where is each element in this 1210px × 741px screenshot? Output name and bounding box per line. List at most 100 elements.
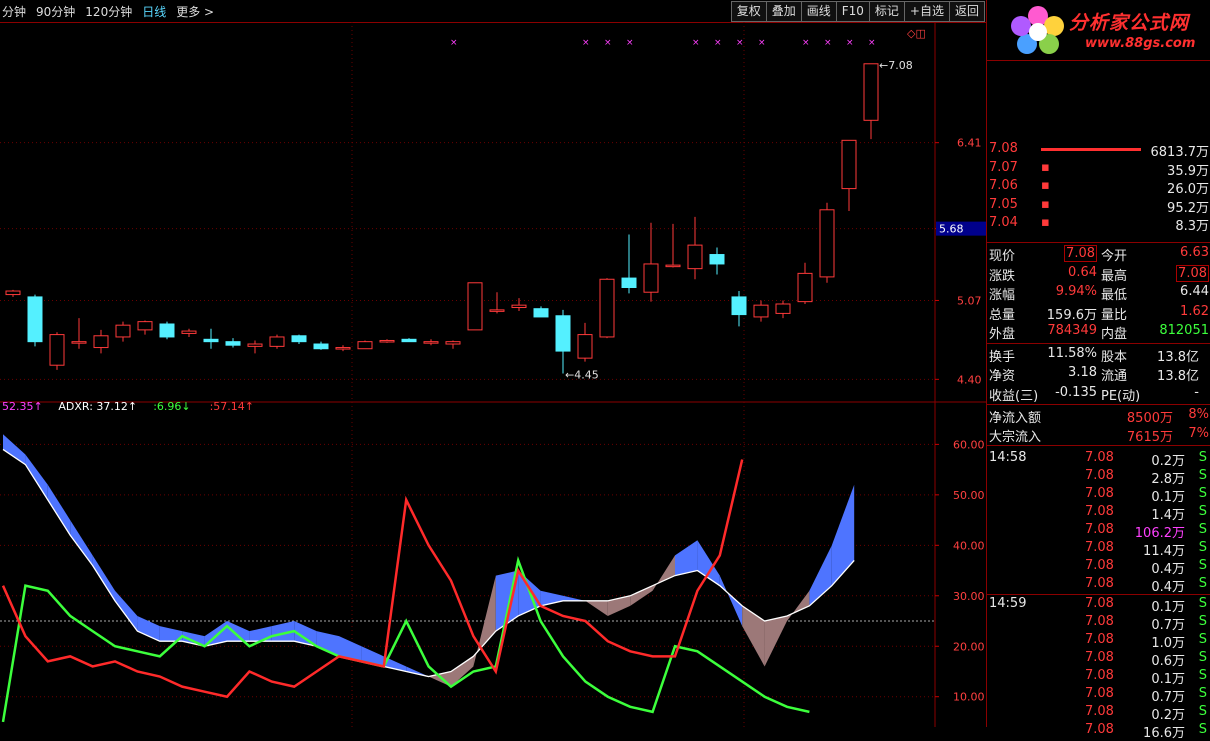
candle-body	[467, 282, 483, 331]
signal-mark: ×	[604, 38, 612, 48]
candle-body	[687, 244, 703, 270]
tick-price: 7.08	[1085, 632, 1114, 647]
toolbar-button-5[interactable]: +自选	[903, 1, 949, 22]
signal-mark: ×	[582, 38, 590, 48]
adx-ribbon	[652, 555, 675, 591]
ind-legend-2: :6.96↓	[153, 400, 190, 413]
period-1[interactable]: 90分钟	[36, 3, 75, 20]
flow-pct: 8%	[1188, 407, 1209, 422]
tick-price: 7.08	[1085, 558, 1114, 573]
volume-bar	[1041, 147, 1141, 151]
period-3[interactable]: 日线	[142, 3, 166, 20]
plus-di-line	[1, 555, 810, 723]
adx-ribbon	[585, 600, 608, 616]
stat-value: 13.8亿	[1157, 369, 1199, 384]
quote-value: 7.08	[1064, 245, 1097, 262]
adx-line	[2, 448, 855, 678]
order-book-row: 7.04 8.3万 ▪	[987, 214, 1210, 234]
candle-body	[71, 341, 87, 344]
panel-divider	[987, 445, 1210, 446]
quote-row: 现价 7.08 今开 6.63	[987, 244, 1210, 264]
tick-side: S	[1198, 540, 1207, 555]
flow-value: 7615万	[1126, 430, 1173, 445]
candle-body	[797, 272, 813, 303]
signal-mark: ×	[692, 38, 700, 48]
tick-price: 7.08	[1085, 486, 1114, 501]
flow-value: 8500万	[1126, 411, 1173, 426]
tick-row: 7.08 11.4万 S	[987, 539, 1210, 559]
adx-ribbon	[137, 615, 160, 642]
toolbar-button-3[interactable]: F10	[835, 1, 869, 22]
quote-panel: 分析家公式网 www.88gs.com 7.08 6813.7万 7.07 35.9万…	[986, 0, 1210, 741]
logo-url-text[interactable]: www.88gs.com	[1085, 36, 1195, 51]
quote-value: 0.64	[1068, 264, 1097, 280]
panel-divider	[987, 242, 1210, 243]
quote-row: 外盘 784349 内盘 812051	[987, 322, 1210, 342]
candle-body	[401, 338, 417, 343]
quote-value: 7.08	[1176, 264, 1209, 282]
candle-body	[247, 343, 263, 347]
candle-body	[709, 254, 725, 265]
adx-ribbon	[227, 621, 250, 642]
signal-mark: ×	[758, 38, 766, 48]
period-2[interactable]: 120分钟	[85, 3, 132, 20]
tick-side: S	[1198, 504, 1207, 519]
low-price-label: ←4.45	[565, 368, 599, 381]
toolbar-button-6[interactable]: 返回	[948, 1, 985, 22]
tick-row: 7.08 0.2万 S	[987, 703, 1210, 723]
tick-price: 7.08	[1085, 540, 1114, 555]
candle-body	[665, 264, 681, 268]
tick-side: S	[1198, 650, 1207, 665]
tick-row: 7.08 106.2万 S	[987, 521, 1210, 541]
tick-row: 7.08 16.6万 S	[987, 721, 1210, 741]
adx-ribbon	[3, 434, 26, 465]
tick-row: 14:58 7.08 0.2万 S	[987, 449, 1210, 469]
tick-volume: 16.6万	[1143, 726, 1185, 741]
bid-price: 7.08	[989, 141, 1018, 156]
quote-label: 涨幅	[989, 288, 1016, 303]
candle-body	[555, 315, 571, 352]
period-selector: 分钟 90分钟 120分钟 日线 更多 >	[2, 3, 214, 20]
price-label-3: 4.40	[957, 373, 982, 386]
candle-body	[863, 63, 879, 121]
stat-label: 净资	[989, 369, 1016, 384]
period-4[interactable]: 更多 >	[176, 3, 214, 20]
candle-body	[335, 347, 351, 350]
candle-body	[203, 338, 219, 343]
chart-area[interactable]: 6.41 5.68 5.07 4.40 × × × × × × × × × × × × ←7.08 ←4.45 ◇◫…	[0, 22, 986, 727]
tick-side: S	[1198, 596, 1207, 611]
candle-body	[753, 304, 769, 318]
price-label-0: 6.41	[957, 137, 982, 150]
stats-row: 换手 11.58% 股本 13.8亿	[987, 345, 1210, 365]
stock-chart-window: 分钟 90分钟 120分钟 日线 更多 > 复权 叠加 画线 F10 标记 +自选 返回 6.41 5…	[0, 0, 1210, 741]
tick-side: S	[1198, 722, 1207, 737]
tick-side: S	[1198, 450, 1207, 465]
order-book-row: 7.06 26.0万 ▪	[987, 177, 1210, 197]
adx-ribbon	[406, 666, 429, 677]
tick-price: 7.08	[1085, 614, 1114, 629]
candle-body	[269, 336, 285, 347]
signal-mark: ×	[846, 38, 854, 48]
toolbar-button-4[interactable]: 标记	[868, 1, 904, 22]
period-0[interactable]: 分钟	[2, 3, 26, 20]
bid-mark: ▪	[1041, 215, 1050, 230]
quote-label: 今开	[1101, 249, 1128, 264]
bid-volume: 26.0万	[1167, 182, 1209, 197]
adx-ribbon	[47, 484, 71, 536]
bid-volume: 6813.7万	[1150, 145, 1210, 160]
candle-body	[423, 341, 439, 344]
candle-body	[511, 304, 527, 309]
quote-label: 总量	[989, 307, 1016, 323]
adx-ribbon	[563, 595, 586, 601]
toolbar-button-0[interactable]: 复权	[730, 1, 766, 22]
panel-divider	[987, 404, 1210, 405]
toolbar-button-2[interactable]: 画线	[800, 1, 836, 22]
toolbar-button-1[interactable]: 叠加	[765, 1, 801, 22]
stat-label: 流通	[1101, 369, 1128, 384]
tick-price: 7.08	[1085, 722, 1114, 737]
order-book-row: 7.07 35.9万 ▪	[987, 159, 1210, 179]
tick-row: 7.08 0.4万 S	[987, 575, 1210, 595]
adx-ribbon	[70, 520, 93, 566]
candle-body	[49, 334, 65, 366]
quote-label: 现价	[989, 249, 1016, 264]
